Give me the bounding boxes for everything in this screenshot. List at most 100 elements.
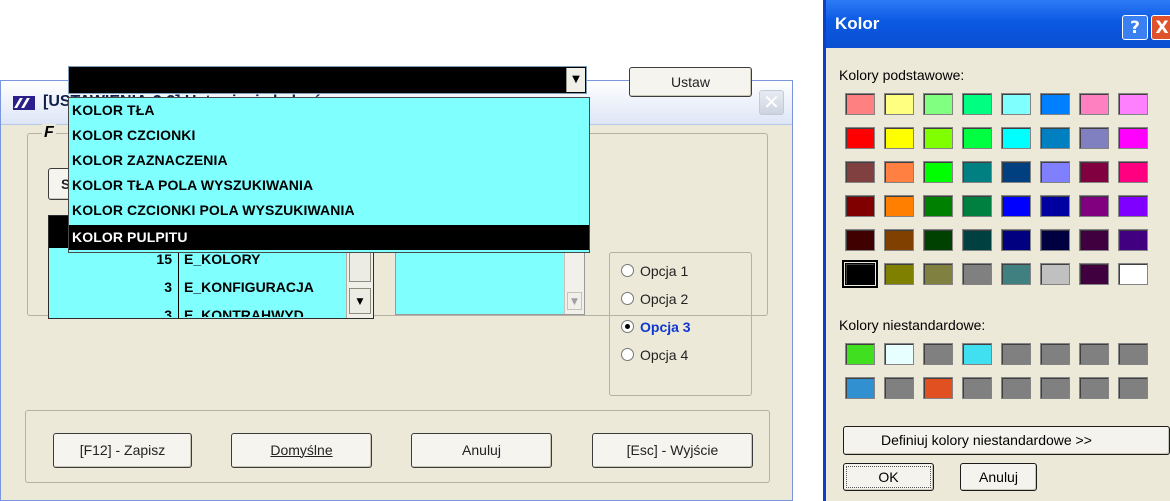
color-swatch[interactable] — [845, 161, 875, 183]
basic-colors-label: Kolory podstawowe: — [839, 67, 965, 83]
color-swatch[interactable] — [923, 195, 953, 217]
dropdown-item[interactable]: KOLOR CZCIONKI — [69, 123, 589, 148]
dropdown-item[interactable]: KOLOR ZAZNACZENIA — [69, 148, 589, 173]
color-swatch[interactable] — [1118, 93, 1148, 115]
color-swatch[interactable] — [1079, 377, 1109, 399]
color-swatch[interactable] — [1040, 343, 1070, 365]
define-custom-colors-button[interactable]: Definiuj kolory niestandardowe >> — [843, 426, 1170, 455]
color-swatch[interactable] — [923, 343, 953, 365]
color-swatch[interactable] — [884, 229, 914, 251]
color-swatch[interactable] — [923, 377, 953, 399]
cancel-button[interactable]: Anuluj — [411, 433, 552, 468]
dropdown-item-selected[interactable]: KOLOR PULPITU — [69, 225, 589, 250]
color-swatch[interactable] — [962, 343, 992, 365]
save-button[interactable]: [F12] - Zapisz — [53, 433, 192, 468]
color-swatch[interactable] — [884, 195, 914, 217]
color-swatch[interactable] — [1001, 161, 1031, 183]
color-swatch[interactable] — [923, 93, 953, 115]
color-swatch[interactable] — [884, 263, 914, 285]
cancel-button[interactable]: Anuluj — [960, 463, 1037, 491]
color-swatch[interactable] — [1040, 377, 1070, 399]
color-swatch[interactable] — [845, 195, 875, 217]
color-swatch[interactable] — [1118, 195, 1148, 217]
color-swatch[interactable] — [1118, 127, 1148, 149]
option-radio[interactable]: Opcja 1 — [621, 263, 688, 279]
list-cell-name: E_KONTRAHWYD — [184, 307, 304, 317]
color-swatch[interactable] — [1001, 127, 1031, 149]
color-swatch[interactable] — [1001, 343, 1031, 365]
color-swatch[interactable] — [842, 260, 878, 288]
color-swatch[interactable] — [1079, 127, 1109, 149]
color-swatch[interactable] — [845, 343, 875, 365]
option-radio[interactable]: Opcja 4 — [621, 347, 688, 363]
color-swatch[interactable] — [1118, 263, 1148, 285]
color-swatch[interactable] — [923, 127, 953, 149]
help-icon[interactable]: ? — [1122, 15, 1148, 40]
exit-button[interactable]: [Esc] - Wyjście — [592, 433, 753, 468]
color-swatch[interactable] — [1001, 377, 1031, 399]
color-swatch[interactable] — [1118, 343, 1148, 365]
groupbox-title-partial: F — [42, 124, 56, 142]
scroll-down-icon[interactable]: ▼ — [349, 288, 371, 314]
color-swatch[interactable] — [1001, 93, 1031, 115]
default-button[interactable]: Domyślne — [231, 433, 372, 468]
list-cell-count: 3 — [164, 307, 172, 317]
color-swatch[interactable] — [962, 161, 992, 183]
color-swatch[interactable] — [1001, 195, 1031, 217]
list-cell-name: E_KOLORY — [184, 251, 261, 267]
color-swatch[interactable] — [1040, 229, 1070, 251]
color-swatch[interactable] — [962, 195, 992, 217]
scrollbar-thumb[interactable] — [349, 252, 371, 282]
color-swatch[interactable] — [845, 127, 875, 149]
color-swatch[interactable] — [884, 161, 914, 183]
color-swatch[interactable] — [1040, 263, 1070, 285]
color-swatch[interactable] — [1079, 263, 1109, 285]
color-swatch[interactable] — [884, 343, 914, 365]
close-icon[interactable]: X — [1151, 15, 1170, 40]
color-swatch[interactable] — [1040, 195, 1070, 217]
ok-button[interactable]: OK — [843, 463, 934, 491]
color-swatch[interactable] — [1001, 229, 1031, 251]
color-swatch[interactable] — [962, 229, 992, 251]
color-swatch[interactable] — [884, 127, 914, 149]
color-swatch[interactable] — [923, 229, 953, 251]
color-swatch[interactable] — [1079, 343, 1109, 365]
color-swatch[interactable] — [845, 93, 875, 115]
close-icon[interactable]: ✕ — [759, 90, 784, 115]
color-swatch[interactable] — [1079, 161, 1109, 183]
color-swatch[interactable] — [962, 93, 992, 115]
option-radio-selected[interactable]: Opcja 3 — [621, 319, 691, 335]
color-swatch[interactable] — [1040, 93, 1070, 115]
dropdown-item[interactable]: KOLOR TŁA POLA WYSZUKIWANIA — [69, 173, 589, 198]
color-swatch[interactable] — [884, 93, 914, 115]
color-swatch[interactable] — [1040, 161, 1070, 183]
color-swatch[interactable] — [962, 263, 992, 285]
color-swatch[interactable] — [1118, 161, 1148, 183]
color-swatch[interactable] — [1118, 377, 1148, 399]
color-dialog-title-bar: Kolor ? X — [826, 0, 1170, 48]
color-swatch[interactable] — [1079, 93, 1109, 115]
dropdown-item[interactable]: KOLOR TŁA — [69, 98, 589, 123]
color-item-combobox[interactable]: ▼ — [68, 66, 587, 94]
color-swatch[interactable] — [1079, 195, 1109, 217]
color-swatch[interactable] — [923, 263, 953, 285]
list-cell-count: 15 — [156, 251, 172, 267]
color-swatch[interactable] — [962, 127, 992, 149]
color-swatch[interactable] — [884, 377, 914, 399]
option-radio[interactable]: Opcja 2 — [621, 291, 688, 307]
color-swatch[interactable] — [1079, 229, 1109, 251]
color-swatch[interactable] — [1040, 127, 1070, 149]
color-swatch[interactable] — [1118, 229, 1148, 251]
list-cell-name: E_KONFIGURACJA — [184, 279, 314, 295]
color-item-dropdown-list[interactable]: KOLOR TŁA KOLOR CZCIONKI KOLOR ZAZNACZEN… — [68, 97, 590, 253]
custom-colors-label: Kolory niestandardowe: — [839, 317, 986, 333]
chevron-down-icon[interactable]: ▼ — [566, 68, 585, 92]
set-button[interactable]: Ustaw — [629, 67, 752, 97]
scroll-down-icon[interactable]: ▼ — [567, 292, 582, 310]
color-swatch[interactable] — [845, 229, 875, 251]
color-swatch[interactable] — [1001, 263, 1031, 285]
color-swatch[interactable] — [923, 161, 953, 183]
color-swatch[interactable] — [845, 377, 875, 399]
dropdown-item[interactable]: KOLOR CZCIONKI POLA WYSZUKIWANIA — [69, 198, 589, 223]
color-swatch[interactable] — [962, 377, 992, 399]
